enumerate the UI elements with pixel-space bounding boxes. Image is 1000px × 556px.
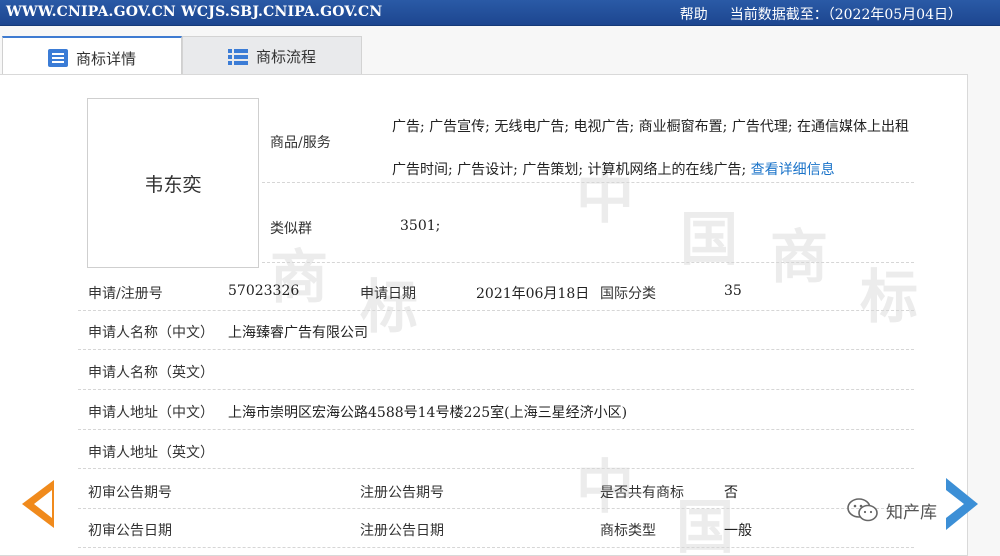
tab-label: 商标流程 (255, 48, 316, 66)
divider (78, 310, 914, 311)
wechat-icon (847, 498, 878, 522)
next-arrow-icon[interactable] (946, 478, 978, 530)
badge-text: 知产库 (886, 502, 937, 523)
reg-no-value: 57023326 (228, 283, 300, 299)
tab-label: 商标详情 (75, 49, 136, 68)
intl-class-label: 国际分类 (600, 286, 656, 302)
divider (78, 349, 914, 350)
divider (262, 262, 914, 263)
prelim-pub-date-label: 初审公告日期 (88, 523, 172, 539)
address-cn-value: 上海市崇明区宏海公路4588号14号楼225室(上海三星经济小区) (228, 405, 628, 421)
top-bar: WWW.CNIPA.GOV.CN WCJS.SBJ.CNIPA.GOV.CN 帮… (0, 0, 1000, 26)
applicant-en-label: 申请人名称（英文） (88, 365, 214, 381)
reg-pub-date-label: 注册公告日期 (360, 523, 444, 539)
similar-group-value: 3501; (400, 218, 441, 234)
goods-services-label: 商品/服务 (270, 135, 331, 151)
help-link[interactable]: 帮助 (680, 4, 708, 24)
tm-type-label: 商标类型 (600, 523, 656, 539)
intl-class-value: 35 (724, 283, 742, 299)
address-cn-label: 申请人地址（中文） (88, 405, 214, 421)
apply-date-label: 申请日期 (360, 286, 416, 302)
address-en-label: 申请人地址（英文） (88, 445, 214, 461)
site-domains: WWW.CNIPA.GOV.CN WCJS.SBJ.CNIPA.GOV.CN (6, 4, 383, 20)
reg-no-label: 申请/注册号 (88, 286, 163, 302)
divider (78, 429, 914, 430)
prelim-pub-no-label: 初审公告期号 (88, 485, 172, 501)
similar-group-label: 类似群 (270, 221, 312, 237)
data-as-of: 当前数据截至：（2022年05月04日） (729, 7, 962, 23)
prev-arrow-icon[interactable] (22, 480, 54, 528)
divider (262, 182, 914, 183)
list-icon (227, 48, 248, 66)
reg-pub-no-label: 注册公告期号 (360, 485, 444, 501)
apply-date-value: 2021年06月18日 (476, 286, 590, 302)
tm-type-value: 一般 (724, 523, 752, 539)
shared-tm-value: 否 (724, 485, 738, 501)
applicant-cn-label: 申请人名称（中文） (88, 325, 214, 341)
shared-tm-label: 是否共有商标 (600, 485, 684, 501)
view-details-link[interactable]: 查看详细信息 (751, 162, 835, 178)
tab-trademark-details[interactable]: 商标详情 (2, 36, 182, 78)
top-bar-right: 帮助 当前数据截至：（2022年05月04日） (680, 4, 962, 24)
watermark-badge: 知产库 (846, 497, 937, 523)
divider (78, 508, 914, 509)
divider (78, 547, 914, 548)
tab-trademark-process[interactable]: 商标流程 (182, 36, 362, 76)
trademark-name: 韦东奕 (144, 173, 202, 196)
document-icon (47, 49, 68, 67)
applicant-cn-value: 上海臻睿广告有限公司 (228, 325, 368, 341)
divider (78, 389, 914, 390)
divider (78, 468, 914, 469)
trademark-image: 韦东奕 (87, 98, 259, 268)
goods-services-value: 广告; 广告宣传; 无线电广告; 电视广告; 商业橱窗布置; 广告代理; 在通信… (392, 106, 918, 192)
